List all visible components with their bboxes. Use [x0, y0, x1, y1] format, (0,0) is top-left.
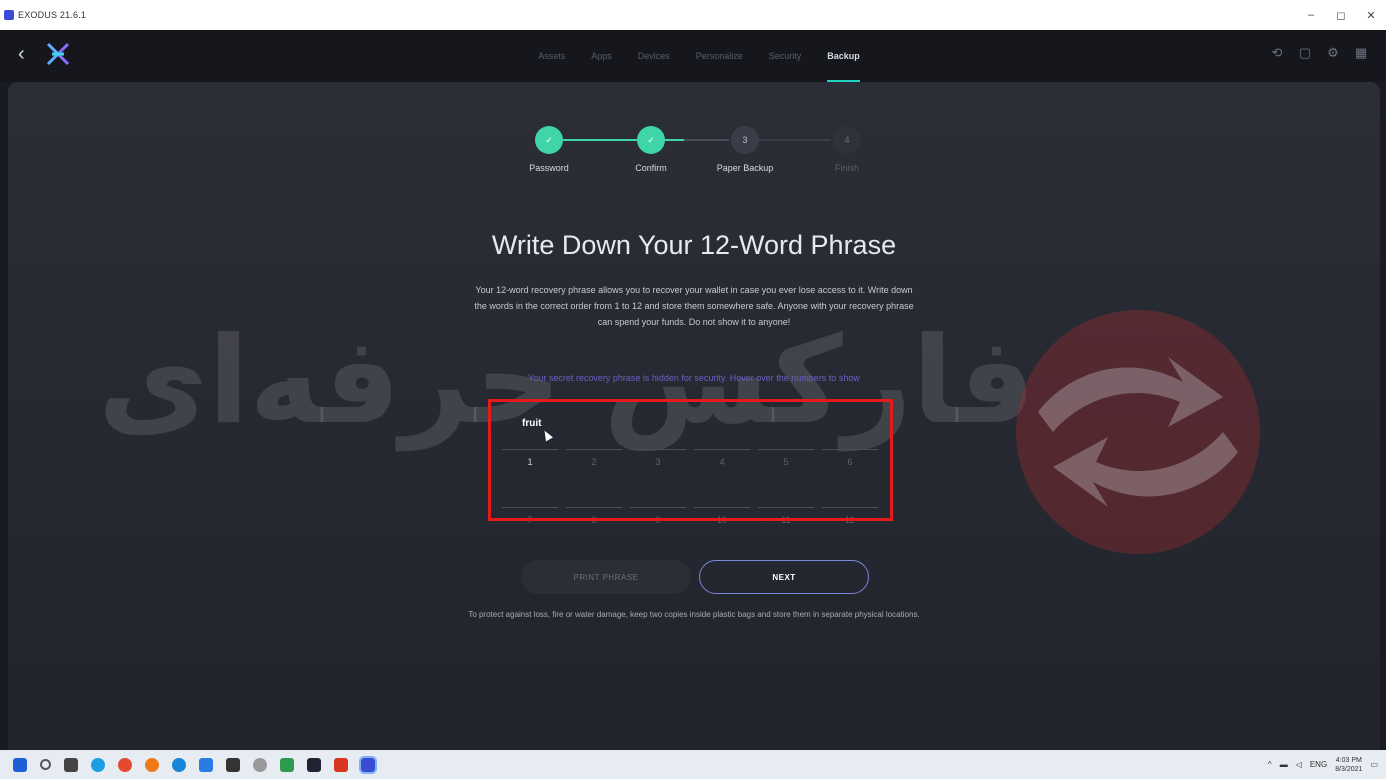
notification-icon[interactable]: ▭ [1370, 760, 1378, 769]
network-icon[interactable]: ▬ [1280, 760, 1288, 769]
tab-apps[interactable]: Apps [591, 30, 612, 82]
next-button[interactable]: NEXT [699, 560, 869, 594]
step-connector [757, 139, 831, 141]
search-icon[interactable] [40, 759, 51, 770]
app-icon[interactable] [334, 757, 348, 772]
page-title: Write Down Your 12-Word Phrase [491, 230, 897, 260]
tab-assets[interactable]: Assets [538, 30, 565, 82]
header-actions: ⟲ ▢ ⚙ ▦ [1270, 45, 1368, 60]
window-controls: – ◻ ✕ [1296, 0, 1386, 30]
hover-hint: Your secret recovery phrase is hidden fo… [528, 373, 860, 383]
chevron-up-icon[interactable]: ^ [1268, 760, 1272, 769]
firefox-icon[interactable] [145, 757, 159, 772]
clock-time: 4:03 PM [1335, 756, 1362, 764]
lock-icon[interactable]: ▢ [1298, 45, 1312, 60]
step-connector [665, 139, 729, 141]
language-indicator[interactable]: ENG [1310, 760, 1327, 769]
step-password-checkmark-icon: ✓ [535, 126, 563, 154]
exodus-app-icon [4, 10, 14, 20]
telegram-icon[interactable] [172, 757, 186, 772]
step-confirm-checkmark-icon: ✓ [637, 126, 665, 154]
exodus-taskbar-icon[interactable] [359, 755, 377, 774]
close-button[interactable]: ✕ [1356, 0, 1386, 30]
history-icon[interactable]: ⟲ [1270, 45, 1284, 60]
grid-icon[interactable]: ▦ [1354, 45, 1368, 60]
clock[interactable]: 4:03 PM 8/3/2021 [1335, 756, 1362, 774]
print-phrase-button[interactable]: PRINT PHRASE [521, 560, 691, 594]
gear-icon[interactable]: ⚙ [1326, 45, 1340, 60]
tab-personalize[interactable]: Personalize [696, 30, 743, 82]
step-confirm-label: Confirm [635, 163, 667, 173]
backup-stepper: ✓ ✓ 3 4 Password Confirm Paper Backup Fi… [521, 126, 881, 186]
window-title: EXODUS 21.6.1 [18, 10, 87, 20]
edge-icon[interactable] [91, 757, 105, 772]
step-password-label: Password [529, 163, 569, 173]
windows-taskbar: ^ ▬ ◁ ENG 4:03 PM 8/3/2021 ▭ [0, 750, 1386, 779]
phrase-description: Your 12-word recovery phrase allows you … [474, 285, 914, 327]
clock-date: 8/3/2021 [1335, 765, 1363, 773]
minimize-button[interactable]: – [1296, 0, 1326, 30]
step-paper-backup-label: Paper Backup [716, 163, 774, 173]
step-finish-marker: 4 [833, 126, 861, 154]
file-icon[interactable] [307, 757, 321, 772]
speaker-icon[interactable]: ◁ [1296, 760, 1302, 769]
watermark-logo-icon [1016, 310, 1260, 554]
tab-backup[interactable]: Backup [827, 30, 860, 82]
chrome-icon[interactable] [118, 757, 132, 772]
start-icon[interactable] [13, 757, 27, 772]
annotation-highlight-box [488, 399, 893, 521]
window-titlebar: EXODUS 21.6.1 – ◻ ✕ [0, 0, 1386, 30]
store-icon[interactable] [226, 757, 240, 772]
app-icon[interactable] [253, 757, 267, 772]
storage-advice: To protect against loss, fire or water d… [468, 610, 920, 619]
app-icon[interactable] [280, 757, 294, 772]
maximize-button[interactable]: ◻ [1326, 0, 1356, 30]
app-header: ‹ Assets Apps Devices Personalize Securi… [0, 30, 1386, 82]
tab-devices[interactable]: Devices [638, 30, 670, 82]
step-paper-backup-marker: 3 [731, 126, 759, 154]
step-finish-label: Finish [834, 163, 859, 173]
outlook-icon[interactable] [199, 757, 213, 772]
tab-security[interactable]: Security [769, 30, 802, 82]
main-nav: Assets Apps Devices Personalize Security… [0, 30, 1386, 82]
task-view-icon[interactable] [64, 757, 78, 772]
system-tray: ^ ▬ ◁ ENG 4:03 PM 8/3/2021 ▭ [1268, 750, 1378, 779]
